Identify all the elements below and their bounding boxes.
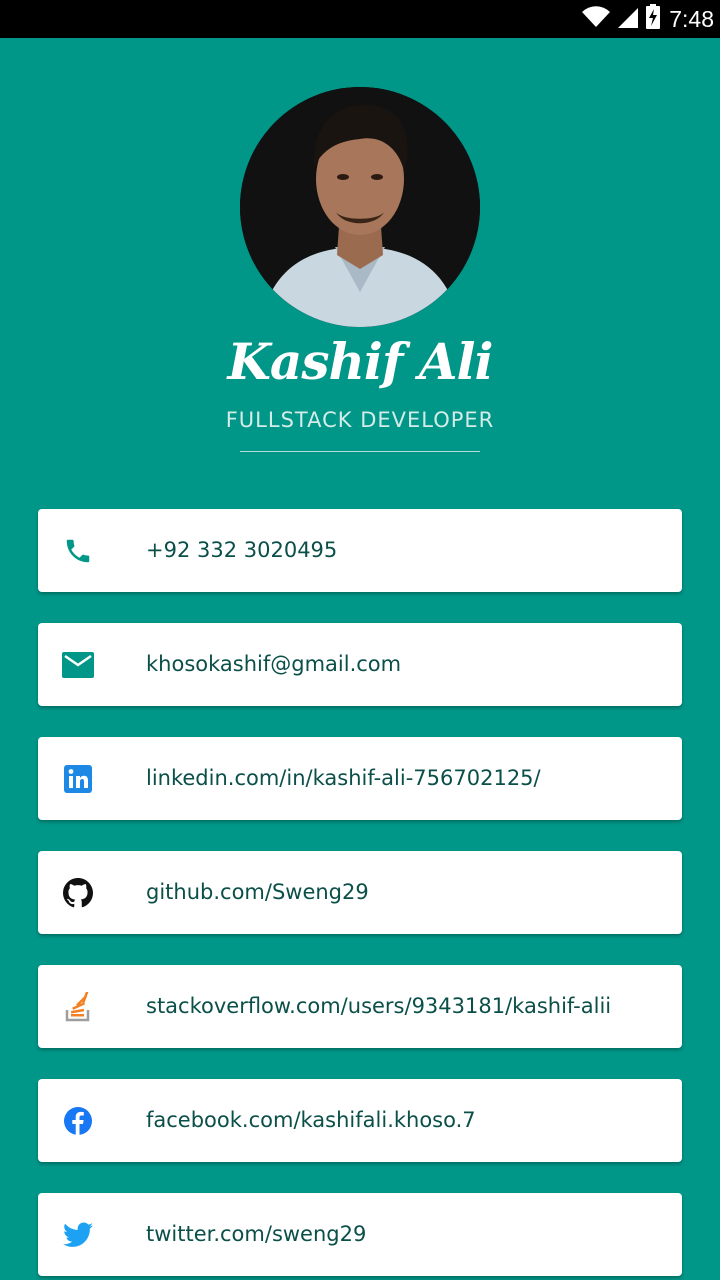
wifi-icon <box>581 5 611 34</box>
contact-twitter-text: twitter.com/sweng29 <box>146 1222 367 1246</box>
status-icons: 7:48 <box>581 0 714 38</box>
facebook-icon <box>62 1105 94 1137</box>
contact-card-linkedin[interactable]: linkedin.com/in/kashif-ali-756702125/ <box>38 737 682 820</box>
contact-card-phone[interactable]: +92 332 3020495 <box>38 509 682 592</box>
status-bar: 7:48 <box>0 0 720 38</box>
person-photo <box>240 87 480 327</box>
profile-avatar <box>240 87 480 327</box>
divider <box>240 451 480 452</box>
contact-github-text: github.com/Sweng29 <box>146 880 369 904</box>
contact-stackoverflow-text: stackoverflow.com/users/9343181/kashif-a… <box>146 994 612 1018</box>
contact-card-email[interactable]: khosokashif@gmail.com <box>38 623 682 706</box>
linkedin-icon <box>62 763 94 795</box>
contact-card-github[interactable]: github.com/Sweng29 <box>38 851 682 934</box>
twitter-icon <box>62 1219 94 1251</box>
status-time: 7:48 <box>669 5 714 32</box>
signal-icon <box>617 5 639 34</box>
contact-card-stackoverflow[interactable]: stackoverflow.com/users/9343181/kashif-a… <box>38 965 682 1048</box>
contact-email-text: khosokashif@gmail.com <box>146 652 402 676</box>
contact-linkedin-text: linkedin.com/in/kashif-ali-756702125/ <box>146 766 541 790</box>
profile-name: Kashif Ali <box>227 332 493 391</box>
phone-icon <box>62 535 94 567</box>
contact-phone-text: +92 332 3020495 <box>146 538 338 562</box>
profile-role: FULLSTACK DEVELOPER <box>225 408 495 432</box>
stackoverflow-icon <box>62 991 94 1023</box>
contact-facebook-text: facebook.com/kashifali.khoso.7 <box>146 1108 476 1132</box>
github-icon <box>62 877 94 909</box>
contact-card-facebook[interactable]: facebook.com/kashifali.khoso.7 <box>38 1079 682 1162</box>
battery-charging-icon <box>645 3 661 35</box>
email-icon <box>62 649 94 681</box>
contact-card-twitter[interactable]: twitter.com/sweng29 <box>38 1193 682 1276</box>
